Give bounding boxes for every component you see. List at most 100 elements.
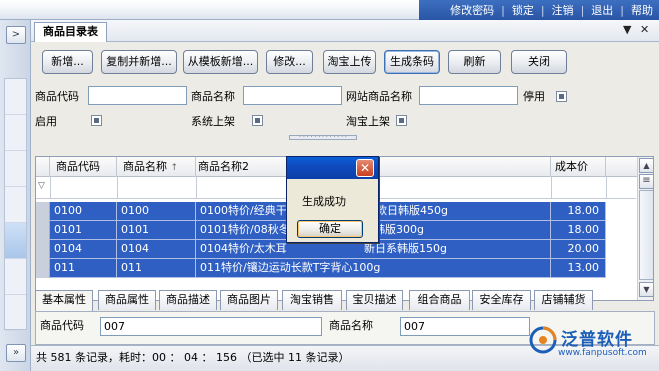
- cell-text: 0104特价/太木耳: [200, 242, 287, 255]
- left-panel-list: [4, 78, 27, 331]
- edit-button[interactable]: 修改...: [266, 50, 313, 74]
- status-text: 共 581 条记录，耗时：00 ： 04 ： 156 （已选中 11 条记录）: [36, 351, 350, 364]
- left-panel-item[interactable]: [5, 259, 26, 295]
- collapse-panel-button[interactable]: »: [6, 344, 26, 362]
- logo: 泛普软件 www.fanpusoft.com: [528, 323, 657, 363]
- disabled-checkbox[interactable]: [556, 91, 567, 102]
- cell-product-code: 0104: [50, 240, 117, 259]
- column-header-product-code[interactable]: 商品代码: [50, 157, 117, 177]
- tab-product-images[interactable]: 商品图片: [220, 290, 278, 310]
- top-menu-bar: 修改密码 | 锁定 | 注销 | 退出 | 帮助: [0, 0, 659, 20]
- success-dialog: ✕ 生成成功 确定: [286, 156, 379, 243]
- taobao-upload-button[interactable]: 淘宝上传: [323, 50, 376, 74]
- logout-link[interactable]: 注销: [552, 2, 574, 18]
- product-name-input[interactable]: [243, 86, 342, 105]
- tab-safety-stock[interactable]: 安全库存: [472, 290, 531, 310]
- row-indicator: [36, 202, 50, 221]
- expand-panel-button[interactable]: >: [6, 26, 26, 44]
- cell-product-name: 0101: [117, 221, 196, 240]
- detail-product-name-field[interactable]: 007: [400, 317, 530, 336]
- left-navigation-strip: > »: [0, 20, 31, 371]
- column-header-label: 商品名称2: [198, 160, 249, 173]
- separator: |: [540, 3, 545, 17]
- logo-url: www.fanpusoft.com: [558, 348, 647, 358]
- product-code-label: 商品代码: [35, 90, 79, 103]
- close-button[interactable]: 关闭: [511, 50, 567, 74]
- detail-product-code-label: 商品代码: [40, 319, 84, 332]
- taobao-listed-checkbox[interactable]: [396, 115, 407, 126]
- column-header-product-name[interactable]: 商品名称 ↑: [117, 157, 196, 177]
- copy-and-new-button[interactable]: 复制并新增...: [101, 50, 177, 74]
- cell-text-tail: 韩版300g: [374, 223, 424, 236]
- cell-product-code: 011: [50, 259, 117, 278]
- cell-product-code: 0100: [50, 202, 117, 221]
- tab-basic-properties[interactable]: 基本属性: [35, 290, 93, 311]
- disabled-label: 停用: [523, 90, 545, 103]
- tab-item-description[interactable]: 宝贝描述: [346, 290, 403, 310]
- system-listed-label: 系统上架: [191, 115, 235, 128]
- lock-link[interactable]: 锁定: [512, 2, 534, 18]
- detail-tabs: 基本属性 商品属性 商品描述 商品图片 淘宝销售 宝贝描述 组合商品 安全库存 …: [35, 290, 655, 311]
- exit-link[interactable]: 退出: [591, 2, 613, 18]
- tab-product-catalog[interactable]: 商品目录表: [34, 22, 107, 42]
- column-header-cost[interactable]: 成本价: [551, 157, 606, 177]
- row-indicator: [36, 221, 50, 240]
- taobao-listed-label: 淘宝上架: [346, 115, 390, 128]
- dialog-ok-button[interactable]: 确定: [297, 220, 363, 238]
- cell-cost: 18.00: [551, 221, 606, 240]
- new-from-template-button[interactable]: 从模板新增...: [183, 50, 258, 74]
- cell-product-name2: 011特价/镶边运动长款T字背心100g: [196, 259, 551, 278]
- cell-cost: 18.00: [551, 202, 606, 221]
- logo-emblem-icon: [529, 326, 557, 354]
- top-links: 修改密码 | 锁定 | 注销 | 退出 | 帮助: [419, 0, 659, 20]
- tab-bundle-products[interactable]: 组合商品: [409, 290, 470, 310]
- tab-product-properties[interactable]: 商品属性: [98, 290, 156, 310]
- product-code-input[interactable]: [88, 86, 187, 105]
- detail-product-code-field[interactable]: 007: [100, 317, 322, 336]
- left-panel-item[interactable]: [5, 295, 26, 331]
- cell-cost: 20.00: [551, 240, 606, 259]
- cell-product-name: 0104: [117, 240, 196, 259]
- detail-product-name-label: 商品名称: [329, 319, 373, 332]
- cell-text: 0100特价/经典干: [200, 204, 287, 217]
- system-listed-checkbox[interactable]: [252, 115, 263, 126]
- cell-product-name: 0100: [117, 202, 196, 221]
- main-area: 商品目录表 ▼ ✕ 新增... 复制并新增... 从模板新增... 修改... …: [31, 20, 659, 371]
- scrollbar-thumb[interactable]: [639, 190, 653, 280]
- separator: |: [501, 3, 505, 17]
- row-indicator-header: [36, 157, 50, 177]
- splitter-handle[interactable]: · · · · · · · · · · · · ·: [289, 135, 357, 141]
- grid-vertical-scrollbar[interactable]: ▲ ≡ ▼: [637, 157, 653, 300]
- left-panel-item[interactable]: [5, 79, 26, 115]
- refresh-button[interactable]: 刷新: [448, 50, 501, 74]
- web-product-name-label: 网站商品名称: [346, 90, 412, 103]
- enabled-checkbox[interactable]: [91, 115, 102, 126]
- row-indicator: [36, 259, 50, 278]
- close-icon[interactable]: ✕: [640, 23, 649, 36]
- table-row[interactable]: 011 011 011特价/镶边运动长款T字背心100g 13.00: [36, 259, 636, 278]
- tab-product-description[interactable]: 商品描述: [159, 290, 217, 310]
- separator: |: [620, 3, 624, 17]
- row-indicator: [36, 240, 50, 259]
- change-password-link[interactable]: 修改密码: [450, 2, 494, 18]
- tab-store-stocking[interactable]: 店铺辅货: [534, 290, 593, 310]
- enabled-label: 启用: [35, 115, 57, 128]
- cell-product-name: 011: [117, 259, 196, 278]
- left-panel-item[interactable]: [5, 115, 26, 151]
- scroll-up-icon[interactable]: ▲: [639, 158, 653, 173]
- left-panel-item-selected[interactable]: [5, 223, 26, 259]
- logo-name: 泛普软件: [561, 330, 633, 350]
- help-link[interactable]: 帮助: [631, 2, 653, 18]
- generate-barcode-button[interactable]: 生成条码: [384, 50, 440, 74]
- web-product-name-input[interactable]: [419, 86, 518, 105]
- left-panel-item[interactable]: [5, 187, 26, 223]
- filter-icon[interactable]: ▽: [38, 181, 45, 191]
- cell-cost: 13.00: [551, 259, 606, 278]
- separator: |: [580, 3, 585, 17]
- tab-taobao-sales[interactable]: 淘宝销售: [282, 290, 342, 310]
- dialog-close-icon[interactable]: ✕: [356, 159, 374, 177]
- left-panel-item[interactable]: [5, 151, 26, 187]
- new-button[interactable]: 新增...: [42, 50, 93, 74]
- scroll-grip-icon[interactable]: ≡: [639, 174, 653, 189]
- chevron-down-icon[interactable]: ▼: [623, 23, 631, 36]
